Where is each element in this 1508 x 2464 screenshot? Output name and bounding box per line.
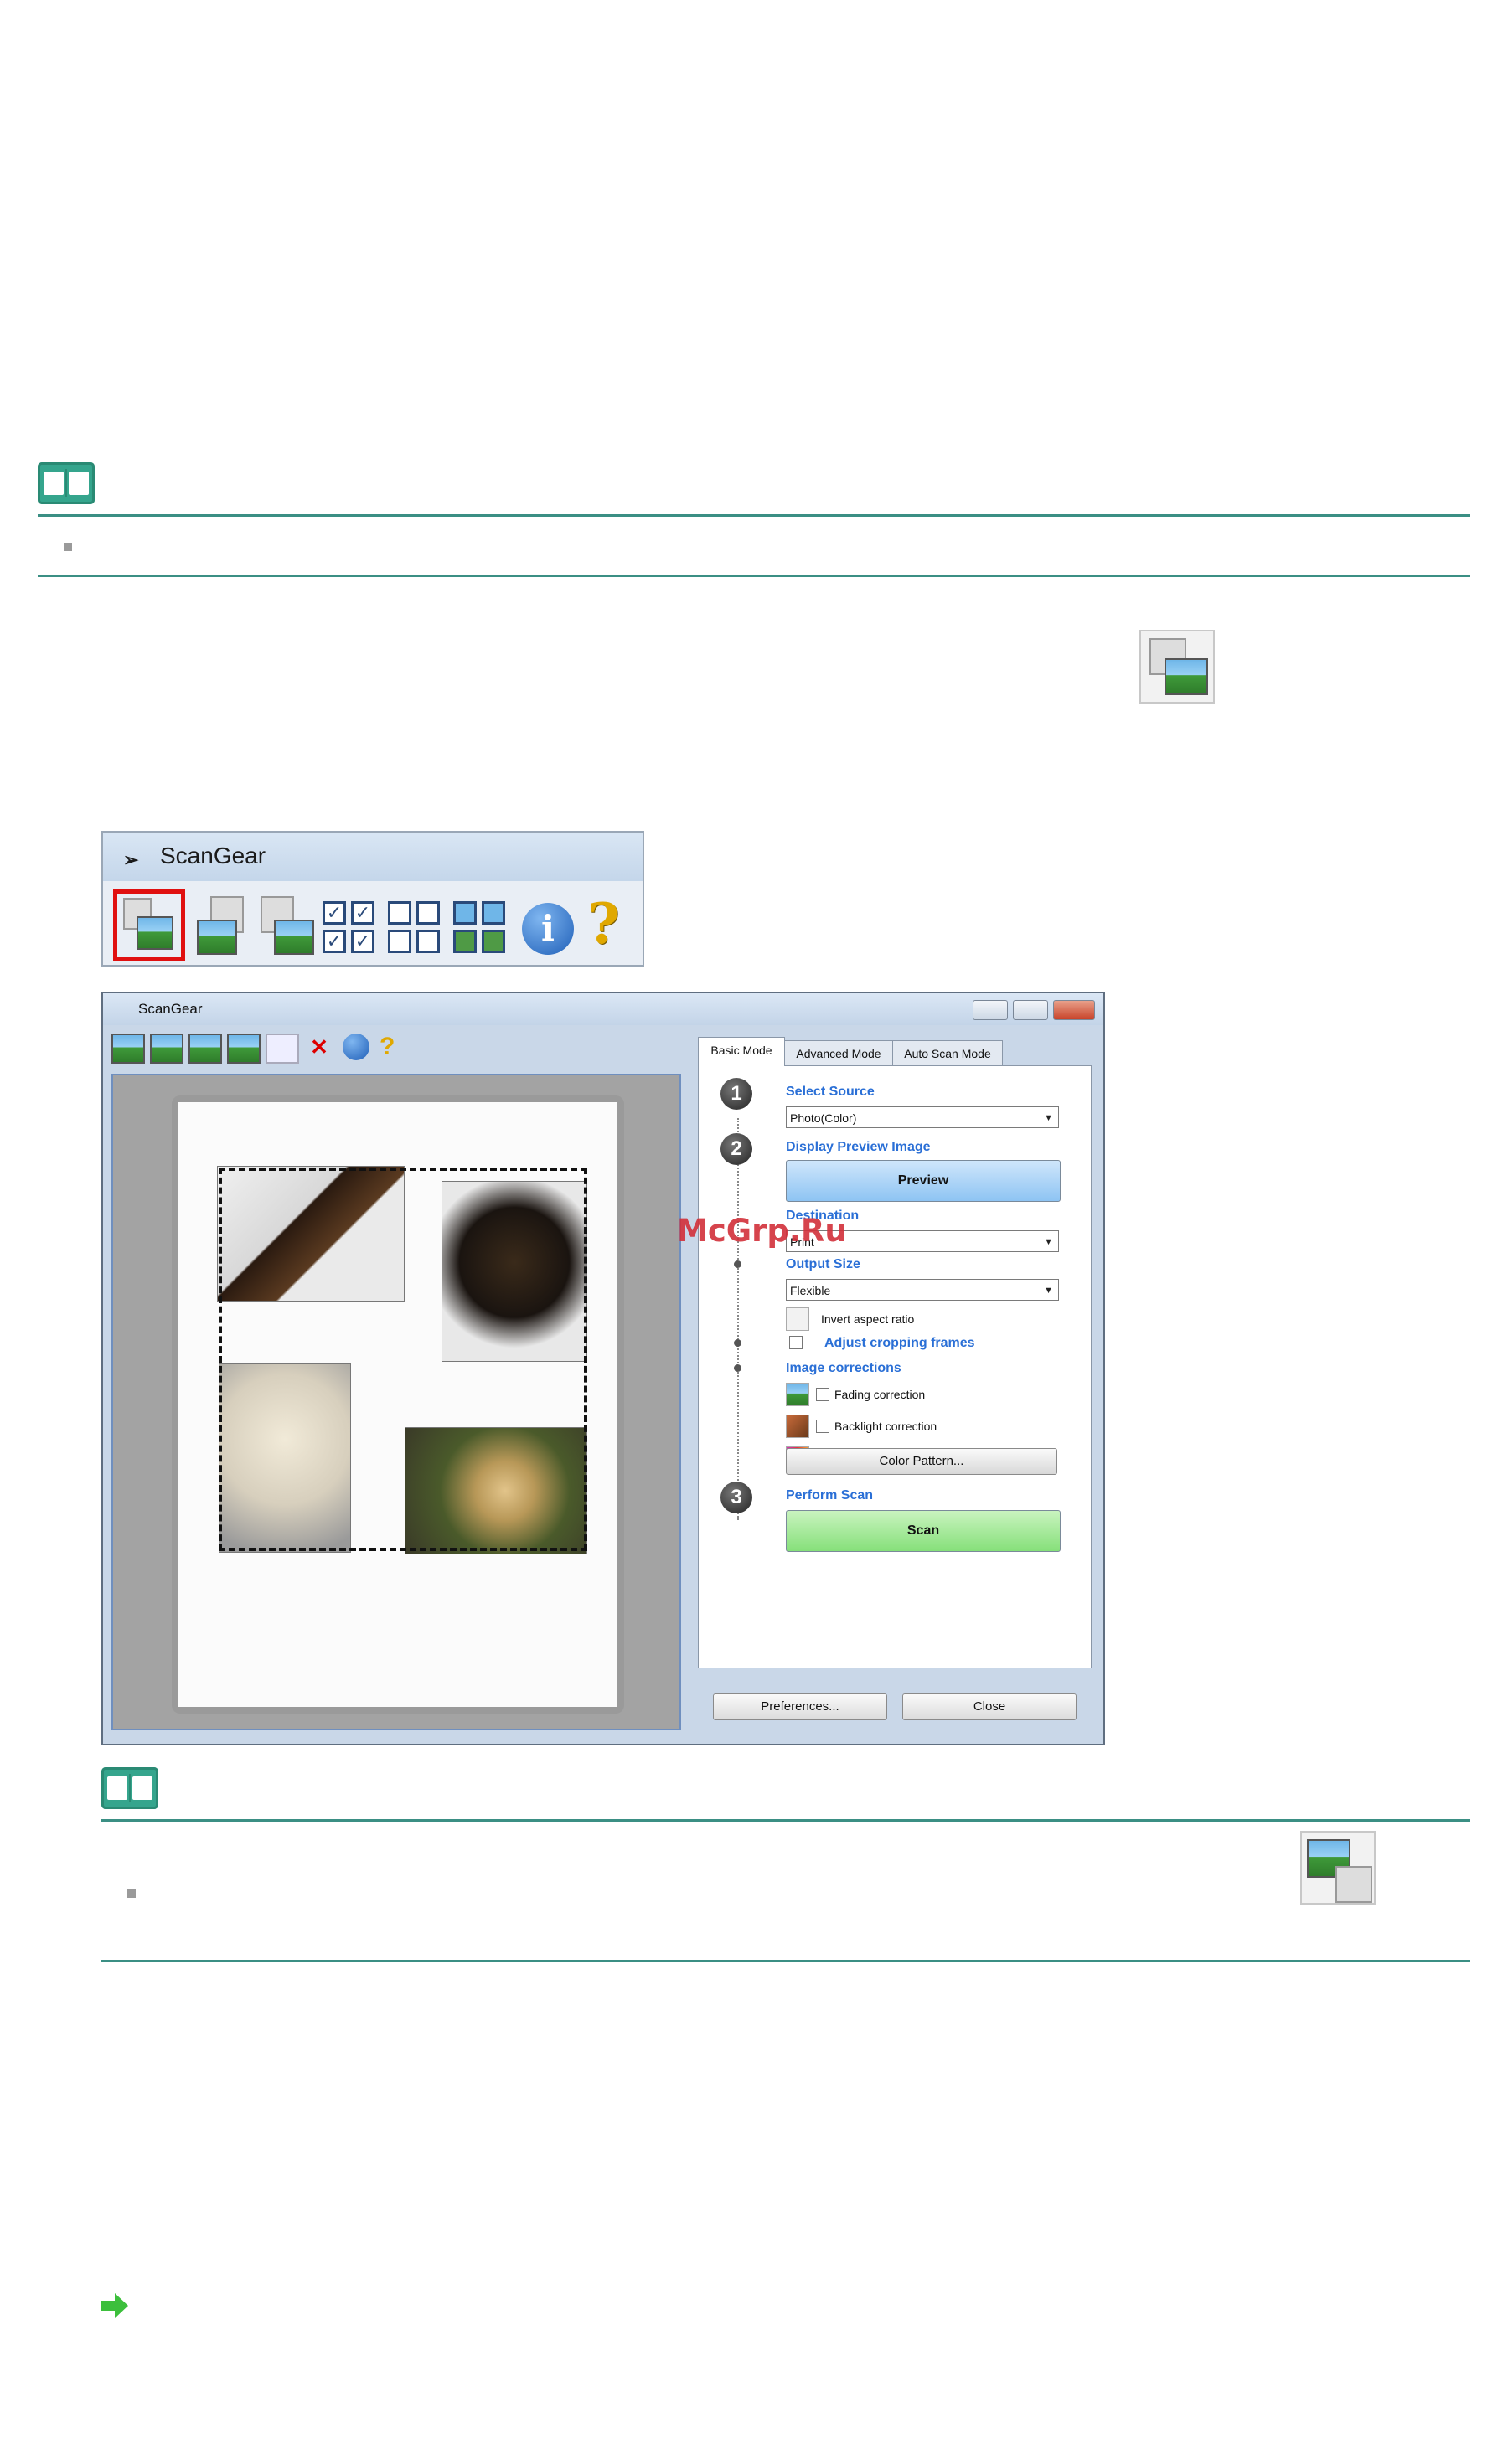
- note-bottom-rule: [38, 575, 1470, 577]
- adjust-cropping-checkbox[interactable]: [789, 1336, 803, 1349]
- output-size-dot: [734, 1260, 741, 1268]
- info-icon[interactable]: [343, 1034, 369, 1060]
- note-icon: [101, 1767, 158, 1809]
- output-size-select[interactable]: Flexible: [786, 1279, 1059, 1302]
- help-icon[interactable]: ?: [380, 1034, 410, 1060]
- image-corrections-link[interactable]: Image corrections: [786, 1361, 901, 1376]
- backlight-correction-label: Backlight correction: [834, 1420, 937, 1433]
- output-size-link[interactable]: Output Size: [786, 1257, 860, 1272]
- window-toolbar: ✕ ?: [110, 1030, 780, 1064]
- backlight-correction-icon: [786, 1415, 809, 1438]
- invert-aspect-ratio-label: Invert aspect ratio: [821, 1312, 915, 1326]
- select-all-frames-button[interactable]: ✓ ✓ ✓ ✓: [323, 901, 378, 956]
- fading-correction-icon: [786, 1383, 809, 1406]
- settings-panel: Basic Mode Advanced Mode Auto Scan Mode …: [689, 1037, 1098, 1737]
- scan-button[interactable]: Scan: [786, 1510, 1061, 1552]
- tab-basic-mode[interactable]: Basic Mode: [698, 1037, 785, 1066]
- rotate-right-button[interactable]: [256, 893, 314, 958]
- next-arrow-icon[interactable]: [101, 2293, 128, 2318]
- scan-single-icon: [1300, 1831, 1376, 1905]
- scan-multiple-icon: [1139, 630, 1215, 704]
- corrections-dot: [734, 1364, 741, 1372]
- minimize-button[interactable]: [973, 1000, 1008, 1020]
- preview-area[interactable]: [111, 1074, 681, 1730]
- help-icon[interactable]: ?: [587, 891, 620, 956]
- step-1-badge: 1: [720, 1078, 752, 1110]
- thumbnail-view-button[interactable]: [453, 901, 509, 956]
- tab-advanced-mode[interactable]: Advanced Mode: [783, 1040, 894, 1066]
- auto-crop-button[interactable]: [227, 1034, 261, 1064]
- deselect-frames-button[interactable]: [388, 901, 443, 956]
- scan-multiple-button[interactable]: [111, 1034, 145, 1064]
- highlight-frame: [113, 889, 185, 961]
- rotate-left-button[interactable]: [150, 1034, 183, 1064]
- rotate-right-button[interactable]: [188, 1034, 222, 1064]
- select-all-frames-button[interactable]: [266, 1034, 299, 1064]
- basic-mode-pane: 1 Select Source Photo(Color) 2 Display P…: [698, 1065, 1092, 1668]
- select-source-link[interactable]: Select Source: [786, 1085, 875, 1100]
- note-bullet: [127, 1889, 136, 1898]
- maximize-button[interactable]: [1013, 1000, 1048, 1020]
- cropping-frame[interactable]: [219, 1168, 587, 1551]
- tab-auto-scan-mode[interactable]: Auto Scan Mode: [892, 1040, 1003, 1066]
- display-preview-link[interactable]: Display Preview Image: [786, 1140, 931, 1155]
- preview-button[interactable]: Preview: [786, 1160, 1061, 1202]
- steps-connector: [737, 1118, 739, 1520]
- color-pattern-button[interactable]: Color Pattern...: [786, 1448, 1057, 1475]
- toolbar-title-bar: ➢ ScanGear: [103, 833, 643, 881]
- note-icon: [38, 462, 95, 504]
- step-3-badge: 3: [720, 1482, 752, 1513]
- rotate-left-button[interactable]: [194, 893, 252, 958]
- info-icon[interactable]: i: [522, 903, 574, 955]
- source-select[interactable]: Photo(Color): [786, 1106, 1059, 1129]
- scangear-toolbar-strip: ➢ ScanGear ✓ ✓ ✓ ✓ i ?: [101, 831, 644, 967]
- note-top-rule: [38, 514, 1470, 517]
- note-bullet: [64, 543, 72, 551]
- note-bottom-rule: [101, 1960, 1470, 1962]
- adjust-dot: [734, 1339, 741, 1347]
- invert-aspect-ratio-button[interactable]: [786, 1307, 809, 1331]
- backlight-correction-checkbox[interactable]: [816, 1420, 829, 1433]
- note-top-rule: [101, 1819, 1470, 1822]
- fading-correction-checkbox[interactable]: [816, 1388, 829, 1401]
- delete-frame-button[interactable]: ✕: [304, 1034, 334, 1060]
- window-title-bar: ScanGear: [103, 993, 1103, 1025]
- adjust-cropping-link[interactable]: Adjust cropping frames: [824, 1336, 975, 1351]
- window-title: ScanGear: [138, 1001, 203, 1017]
- close-window-button[interactable]: [1053, 1000, 1095, 1020]
- watermark: McGrp.Ru: [677, 1213, 847, 1249]
- scangear-logo-icon: ➢: [123, 849, 139, 870]
- step-2-badge: 2: [720, 1133, 752, 1165]
- fading-correction-label: Fading correction: [834, 1388, 926, 1401]
- preferences-button[interactable]: Preferences...: [713, 1693, 887, 1720]
- scangear-window: ScanGear ✕ ? Basic Mode Advanced Mode Au…: [101, 992, 1105, 1745]
- close-button[interactable]: Close: [902, 1693, 1077, 1720]
- toolbar-title: ScanGear: [160, 843, 266, 869]
- perform-scan-link[interactable]: Perform Scan: [786, 1488, 873, 1503]
